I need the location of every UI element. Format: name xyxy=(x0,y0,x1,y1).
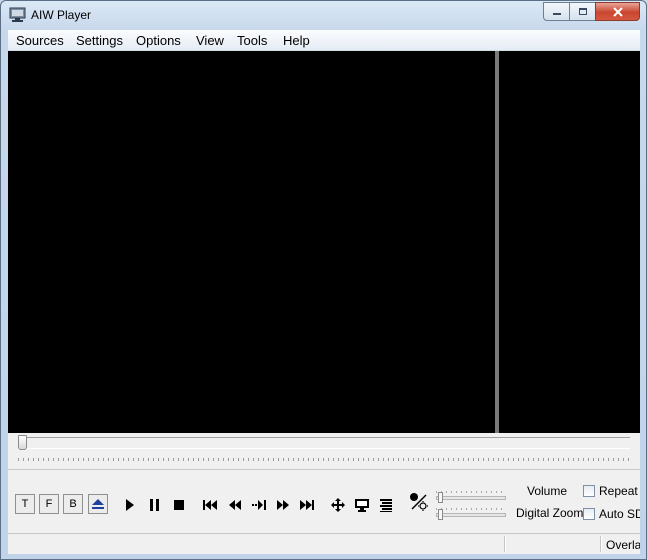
skip-forward-icon[interactable] xyxy=(299,497,315,513)
caption-buttons xyxy=(543,2,640,21)
volume-slider[interactable] xyxy=(436,491,506,503)
seek-ticks xyxy=(18,458,630,461)
seek-track[interactable] xyxy=(18,437,630,449)
maximize-button[interactable] xyxy=(569,2,595,21)
rewind-icon[interactable] xyxy=(227,497,243,513)
list-icon[interactable] xyxy=(378,497,394,513)
eject-icon xyxy=(92,499,104,509)
auto-sd-checkbox[interactable] xyxy=(583,508,595,520)
eject-button[interactable] xyxy=(88,494,108,514)
bottom-field-button[interactable]: B xyxy=(63,494,83,514)
repeat-checkbox[interactable] xyxy=(583,485,595,497)
auto-sd-label: Auto SD xyxy=(599,507,640,521)
volume-ticks xyxy=(436,491,506,493)
repeat-label: Repeat xyxy=(599,484,638,498)
close-icon xyxy=(612,6,623,17)
volume-label: Volume xyxy=(527,484,568,498)
close-button[interactable] xyxy=(595,2,640,21)
monitor-icon[interactable] xyxy=(354,497,370,513)
client-area: Sources Settings Options View Tools Help… xyxy=(8,30,640,554)
maximize-icon xyxy=(578,8,587,15)
zoom-thumb[interactable] xyxy=(438,509,443,520)
zoom-slider[interactable] xyxy=(436,508,506,520)
app-window: AIW Player Sources Settings Options View… xyxy=(0,0,647,560)
menu-sources[interactable]: Sources xyxy=(16,33,64,48)
menu-help[interactable]: Help xyxy=(283,33,310,48)
control-panel: T F B Volume Digital Zoom Repeat Auto SD xyxy=(8,470,640,532)
pause-icon[interactable] xyxy=(147,497,163,513)
menu-view[interactable]: View xyxy=(196,33,224,48)
menu-options[interactable]: Options xyxy=(136,33,181,48)
menu-settings[interactable]: Settings xyxy=(76,33,123,48)
volume-track xyxy=(436,496,506,500)
step-forward-icon[interactable] xyxy=(251,497,267,513)
zoom-ticks xyxy=(436,508,506,510)
top-field-button[interactable]: T xyxy=(15,494,35,514)
app-monitor-icon xyxy=(9,7,26,22)
minimize-button[interactable] xyxy=(543,2,569,21)
volume-thumb[interactable] xyxy=(438,492,443,503)
seek-area xyxy=(8,433,640,470)
status-separator xyxy=(600,536,602,552)
window-title: AIW Player xyxy=(31,8,92,22)
panel-splitter[interactable] xyxy=(495,51,499,433)
status-separator xyxy=(504,536,506,552)
video-display[interactable] xyxy=(8,51,640,433)
fast-forward-icon[interactable] xyxy=(275,497,291,513)
stop-icon[interactable] xyxy=(171,497,187,513)
status-bar: Overlay xyxy=(8,533,640,554)
digital-zoom-label: Digital Zoom xyxy=(516,506,584,520)
zoom-track xyxy=(436,513,506,517)
status-overlay: Overlay xyxy=(606,538,640,552)
frame-button[interactable]: F xyxy=(39,494,59,514)
brightness-icon[interactable] xyxy=(408,491,430,513)
skip-back-icon[interactable] xyxy=(202,497,218,513)
minimize-icon xyxy=(552,12,561,15)
menu-bar: Sources Settings Options View Tools Help xyxy=(8,30,640,51)
title-bar[interactable]: AIW Player xyxy=(1,1,646,30)
move-icon[interactable] xyxy=(330,497,346,513)
seek-thumb[interactable] xyxy=(18,435,27,450)
menu-tools[interactable]: Tools xyxy=(237,33,267,48)
play-icon[interactable] xyxy=(121,497,137,513)
